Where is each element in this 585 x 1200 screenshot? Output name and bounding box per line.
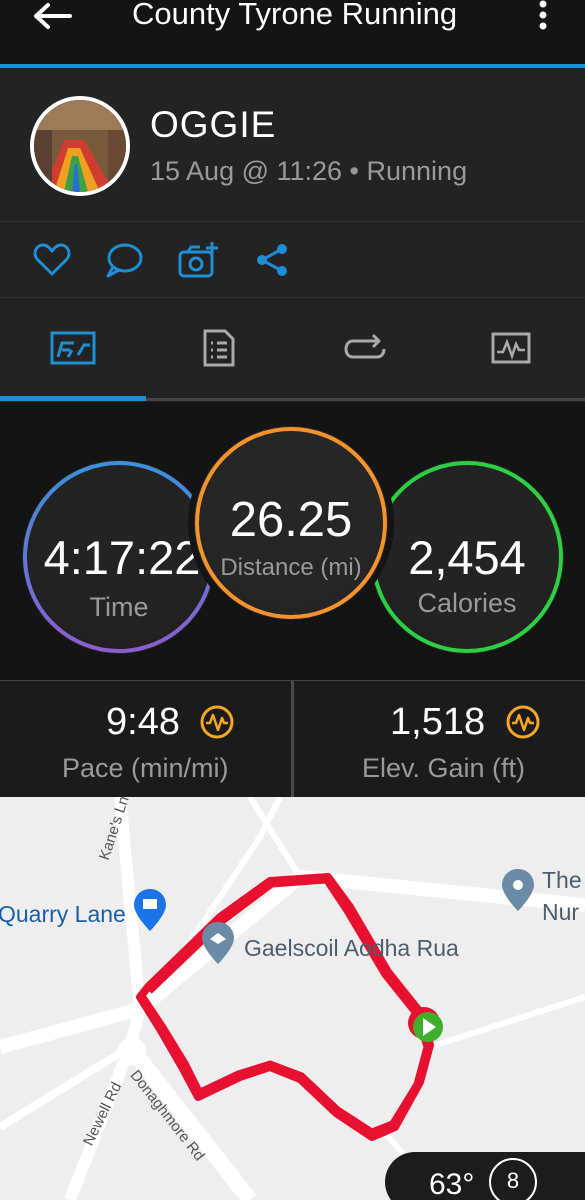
tab-details[interactable]	[146, 298, 292, 398]
laps-loop-icon	[344, 333, 386, 359]
pace-metric[interactable]: 9:48 Pace (min/mi)	[0, 681, 291, 797]
avatar[interactable]	[30, 96, 130, 196]
calories-circle: 2,454 Calories	[370, 460, 564, 654]
tab-active-indicator	[0, 396, 146, 401]
distance-circle: 26.25 Distance (mi)	[194, 426, 388, 620]
distance-label: Distance (mi)	[220, 554, 362, 581]
map-label-the: The	[542, 867, 582, 893]
summary-stats: 4:17:22 Time 2,454 Calories 26.25 Distan…	[0, 402, 585, 680]
athlete-name[interactable]: OGGIE	[150, 104, 276, 146]
heart-icon[interactable]	[32, 240, 72, 280]
tab-overview[interactable]	[0, 298, 146, 398]
share-icon[interactable]	[252, 240, 292, 280]
activity-header: OGGIE 15 Aug @ 11:26 • Running	[0, 68, 585, 222]
time-label: Time	[89, 592, 149, 622]
temperature-value: 63°	[429, 1168, 475, 1200]
distance-value: 26.25	[229, 493, 353, 547]
add-photo-icon[interactable]	[178, 240, 218, 280]
calories-label: Calories	[417, 588, 517, 618]
social-actions-bar	[0, 222, 585, 298]
back-arrow-icon[interactable]	[30, 2, 74, 30]
route-map[interactable]: Quarry Lane Gaelscoil Aodha Rua Kane's L…	[0, 797, 585, 1200]
map-label-nur: Nur	[542, 899, 580, 925]
top-app-bar: County Tyrone Running	[0, 0, 585, 64]
map-label-school[interactable]: Gaelscoil Aodha Rua	[244, 935, 459, 962]
details-list-icon	[203, 329, 235, 367]
time-circle: 4:17:22 Time	[22, 460, 216, 654]
page-title: County Tyrone Running	[132, 0, 458, 31]
calories-value: 2,454	[408, 531, 526, 584]
metrics-row: 9:48 Pace (min/mi) 1,518 Elev. Gain (ft)	[0, 680, 585, 797]
tab-laps[interactable]	[292, 298, 438, 398]
pace-value: 9:48	[106, 701, 180, 743]
elevation-label: Elev. Gain (ft)	[362, 753, 526, 783]
comment-icon[interactable]	[104, 240, 144, 280]
activity-date-type: 15 Aug @ 11:26 • Running	[150, 156, 468, 186]
graphs-icon	[491, 332, 531, 364]
elevation-metric[interactable]: 1,518 Elev. Gain (ft)	[294, 681, 585, 797]
map-label-quarry-lane: Quarry Lane	[0, 901, 126, 927]
tab-graphs[interactable]	[438, 298, 584, 398]
time-value: 4:17:22	[43, 531, 201, 584]
pace-label: Pace (min/mi)	[62, 753, 229, 783]
pulse-icon	[200, 705, 234, 739]
activity-tabs	[0, 298, 585, 402]
wind-speed-icon: 8	[489, 1158, 537, 1200]
elevation-value: 1,518	[390, 701, 486, 743]
pulse-icon	[506, 705, 540, 739]
weather-badge[interactable]: 63° 8	[385, 1152, 585, 1200]
kebab-menu-icon[interactable]	[528, 0, 558, 32]
overview-chart-icon	[50, 331, 96, 365]
wind-speed-value: 8	[506, 1168, 520, 1193]
